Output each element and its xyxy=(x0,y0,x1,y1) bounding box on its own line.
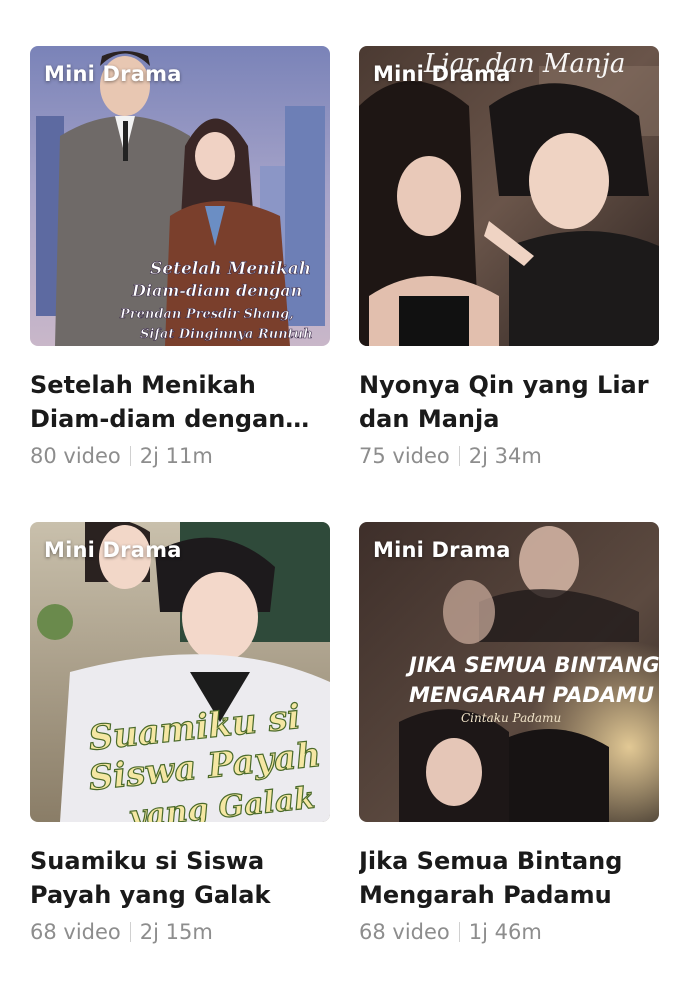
mini-drama-badge: Mini Drama xyxy=(44,538,182,562)
poster-title-line: Sifat Dinginnya Runtuh xyxy=(140,327,313,342)
duration: 2j 15m xyxy=(139,920,213,944)
drama-meta: 68 video 1j 46m xyxy=(359,920,659,944)
poster-title-line: MENGARAH PADAMU xyxy=(409,683,654,707)
episode-count: 80 video xyxy=(30,444,121,468)
episode-count: 75 video xyxy=(359,444,450,468)
poster-title-line: Diam-diam dengan xyxy=(131,281,302,300)
drama-title[interactable]: Suamiku si Siswa Payah yang Galak xyxy=(30,844,330,912)
duration: 2j 34m xyxy=(468,444,542,468)
mini-drama-badge: Mini Drama xyxy=(373,62,511,86)
meta-divider xyxy=(129,922,131,942)
drama-meta: 75 video 2j 34m xyxy=(359,444,659,468)
drama-grid: Setelah Menikah Diam-diam dengan Prendan… xyxy=(0,0,688,1000)
drama-poster[interactable]: Setelah Menikah Diam-diam dengan Prendan… xyxy=(30,46,330,346)
episode-count: 68 video xyxy=(359,920,450,944)
poster-artwork: JIKA SEMUA BINTANG MENGARAH PADAMU Cinta… xyxy=(359,522,659,822)
drama-meta: 80 video 2j 11m xyxy=(30,444,330,468)
poster-artwork: Setelah Menikah Diam-diam dengan Prendan… xyxy=(30,46,330,346)
poster-artwork: Suamiku si Siswa Payah yang Galak xyxy=(30,522,330,822)
drama-title[interactable]: Nyonya Qin yang Liar dan Manja xyxy=(359,368,659,436)
poster-title-line: JIKA SEMUA BINTANG xyxy=(405,653,659,677)
drama-card[interactable]: Suamiku si Siswa Payah yang Galak Mini D… xyxy=(30,522,330,944)
episode-count: 68 video xyxy=(30,920,121,944)
poster-subtitle: Cintaku Padamu xyxy=(461,711,561,725)
poster-title-line: Prendan Presdir Shang, xyxy=(119,307,294,322)
meta-divider xyxy=(129,446,131,466)
mini-drama-badge: Mini Drama xyxy=(373,538,511,562)
meta-divider xyxy=(458,446,460,466)
drama-poster[interactable]: Liar dan Manja Mini Drama xyxy=(359,46,659,346)
drama-card[interactable]: JIKA SEMUA BINTANG MENGARAH PADAMU Cinta… xyxy=(359,522,659,944)
drama-poster[interactable]: Suamiku si Siswa Payah yang Galak Mini D… xyxy=(30,522,330,822)
duration: 2j 11m xyxy=(139,444,213,468)
duration: 1j 46m xyxy=(468,920,542,944)
drama-card[interactable]: Liar dan Manja Mini Drama Nyonya Qin yan… xyxy=(359,46,659,468)
drama-card[interactable]: Setelah Menikah Diam-diam dengan Prendan… xyxy=(30,46,330,468)
meta-divider xyxy=(458,922,460,942)
mini-drama-badge: Mini Drama xyxy=(44,62,182,86)
drama-meta: 68 video 2j 15m xyxy=(30,920,330,944)
drama-title[interactable]: Jika Semua Bintang Mengarah Padamu xyxy=(359,844,659,912)
drama-poster[interactable]: JIKA SEMUA BINTANG MENGARAH PADAMU Cinta… xyxy=(359,522,659,822)
poster-title-line: Setelah Menikah xyxy=(150,259,311,279)
drama-title[interactable]: Setelah Menikah Diam-diam dengan P... xyxy=(30,368,330,436)
poster-artwork: Liar dan Manja xyxy=(359,46,659,346)
